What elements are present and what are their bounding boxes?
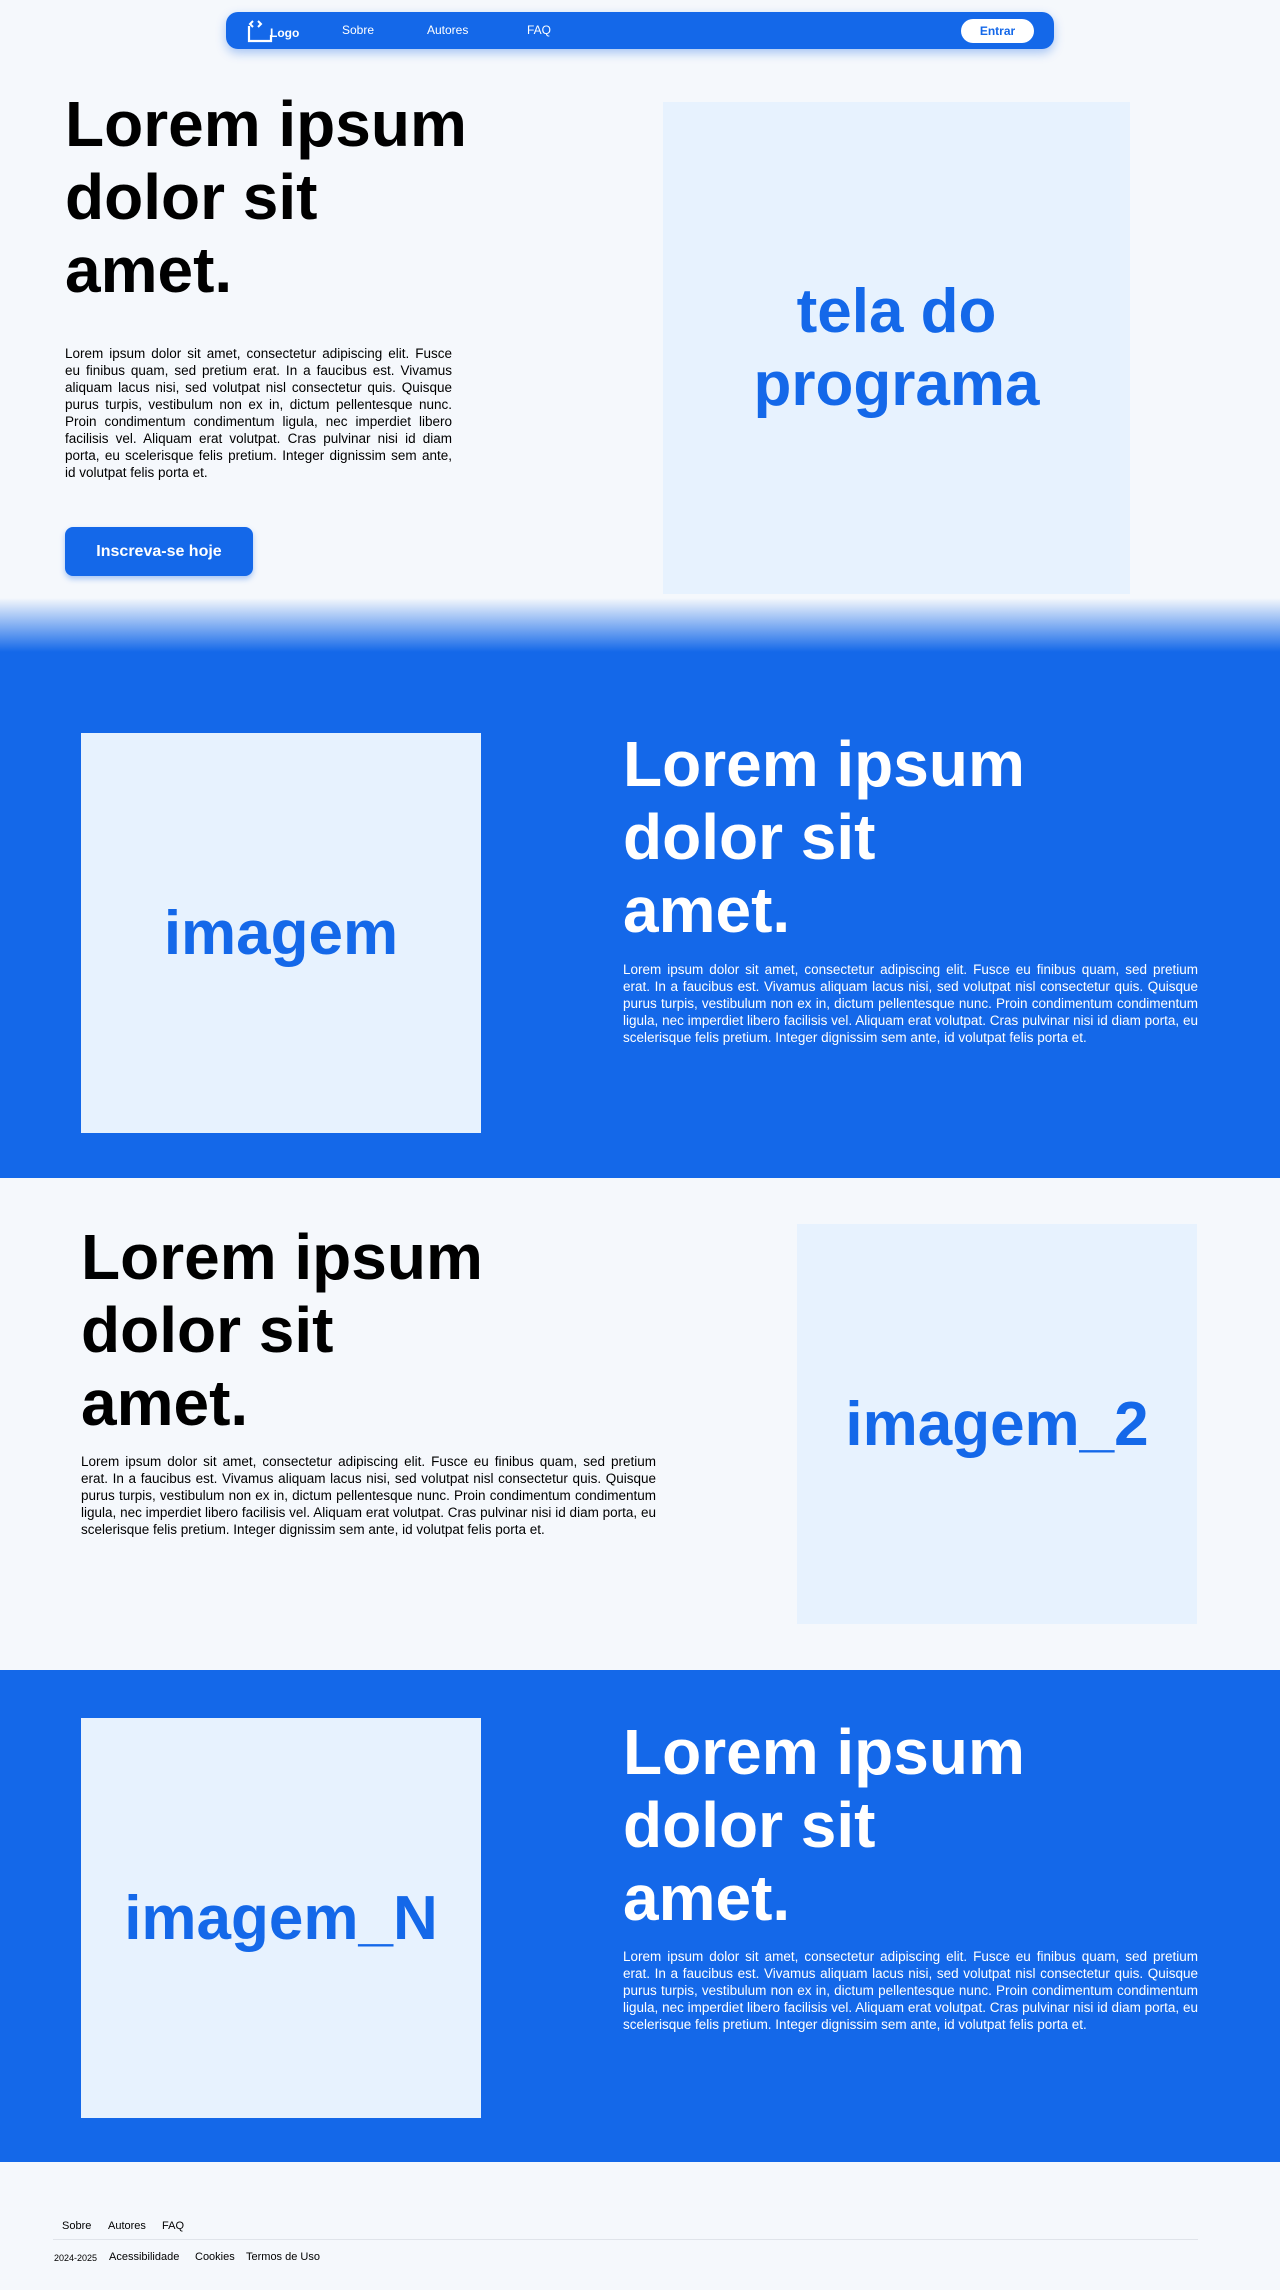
- footer-link-faq[interactable]: FAQ: [162, 2220, 184, 2232]
- feature-title-2: Lorem ipsum dolor sit amet.: [81, 1221, 483, 1439]
- feature-text-3: Lorem ipsum dolor sit amet, consectetur …: [623, 1949, 1198, 2032]
- feature-section-3: imagem_N Lorem ipsum dolor sit amet. Lor…: [0, 1670, 1280, 2162]
- footer-link-termos[interactable]: Termos de Uso: [246, 2251, 320, 2263]
- nav-link-autores[interactable]: Autores: [427, 23, 468, 37]
- feature-text-2: Lorem ipsum dolor sit amet, consectetur …: [81, 1454, 656, 1537]
- footer-link-acessibilidade[interactable]: Acessibilidade: [109, 2251, 179, 2263]
- feature-image-3-label: imagem_N: [124, 1883, 438, 1953]
- footer-copyright-year: 2024-2025: [54, 2253, 98, 2263]
- logo[interactable]: Logo: [247, 16, 300, 44]
- hero-image-label: tela do programa: [753, 277, 1040, 419]
- hero-title: Lorem ipsum dolor sit amet.: [65, 88, 467, 306]
- footer-divider: [53, 2239, 1198, 2240]
- feature-title-3: Lorem ipsum dolor sit amet.: [623, 1716, 1025, 1934]
- signup-button[interactable]: Inscreva-se hoje: [65, 527, 253, 576]
- feature-title-1: Lorem ipsum dolor sit amet.: [623, 728, 1025, 946]
- feature-section-2: Lorem ipsum dolor sit amet. Lorem ipsum …: [0, 1178, 1280, 1670]
- hero-image-placeholder: tela do programa: [663, 102, 1130, 594]
- feature-image-2-label: imagem_2: [845, 1389, 1149, 1459]
- footer-link-cookies[interactable]: Cookies: [195, 2251, 235, 2263]
- footer-link-sobre[interactable]: Sobre: [62, 2220, 91, 2232]
- footer: [0, 2162, 1280, 2290]
- feature-text-1: Lorem ipsum dolor sit amet, consectetur …: [623, 962, 1198, 1045]
- top-navbar: Logo Sobre Autores FAQ Entrar: [226, 12, 1054, 49]
- hero-text: Lorem ipsum dolor sit amet, consectetur …: [65, 346, 452, 480]
- feature-image-2: imagem_2: [797, 1224, 1197, 1624]
- feature-image-1: imagem: [81, 733, 481, 1133]
- nav-link-sobre[interactable]: Sobre: [342, 23, 374, 37]
- feature-image-3: imagem_N: [81, 1718, 481, 2118]
- login-button[interactable]: Entrar: [961, 19, 1034, 43]
- feature-section-1: imagem Lorem ipsum dolor sit amet. Lorem…: [0, 652, 1280, 1178]
- nav-link-faq[interactable]: FAQ: [527, 23, 551, 37]
- feature-image-1-label: imagem: [163, 898, 399, 968]
- logo-text: Logo: [270, 26, 300, 40]
- footer-link-autores[interactable]: Autores: [108, 2220, 146, 2232]
- section-gradient: [0, 598, 1280, 652]
